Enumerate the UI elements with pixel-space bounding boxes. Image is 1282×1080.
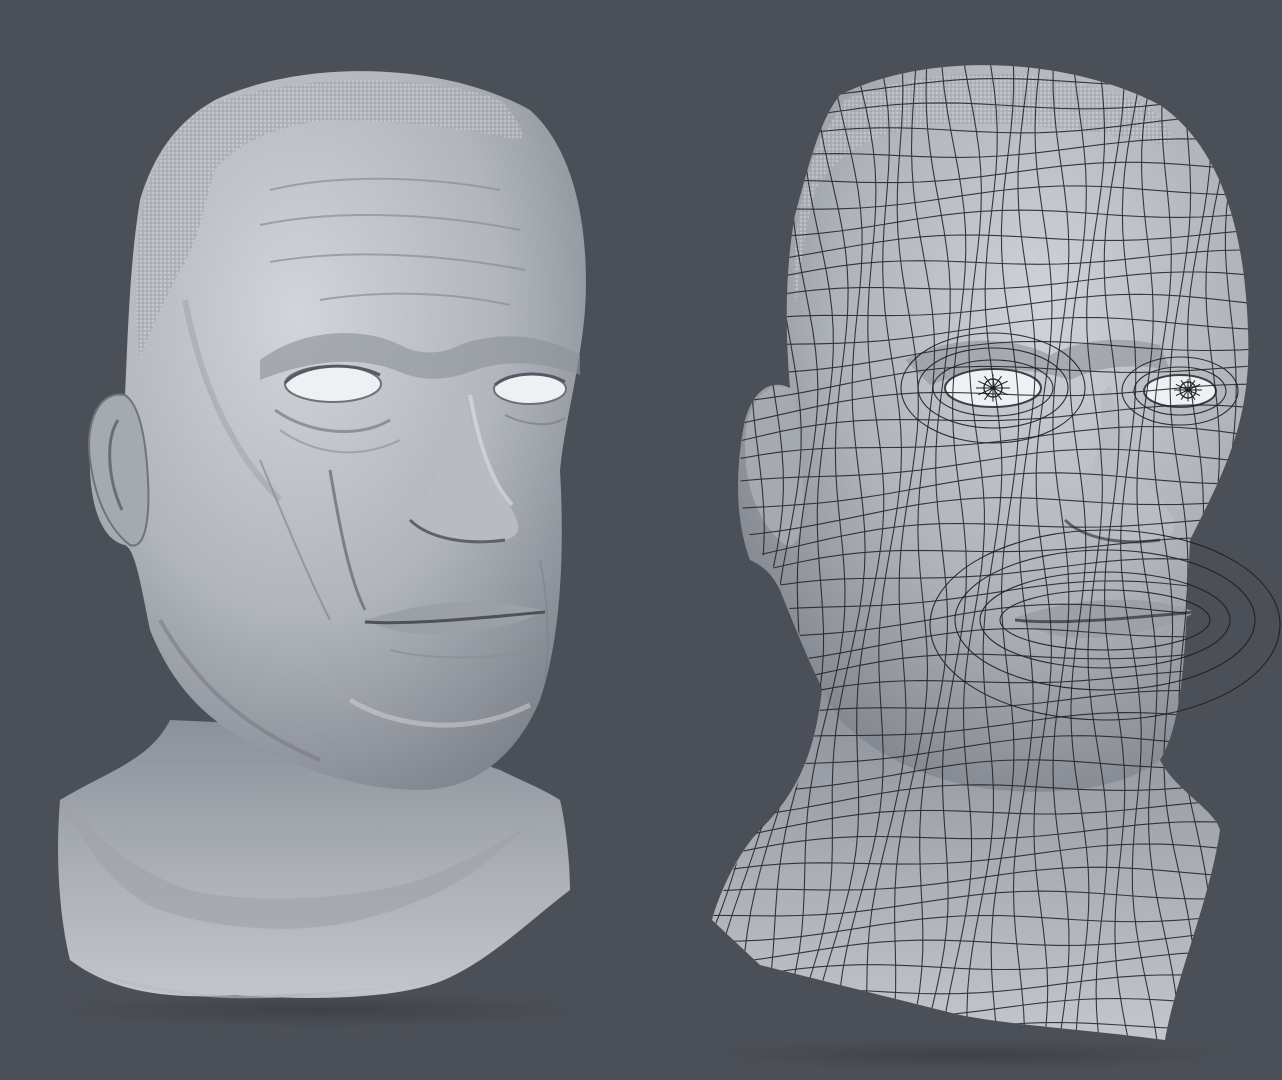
render-viewport bbox=[0, 0, 1282, 1080]
left-eye-right bbox=[284, 365, 382, 403]
